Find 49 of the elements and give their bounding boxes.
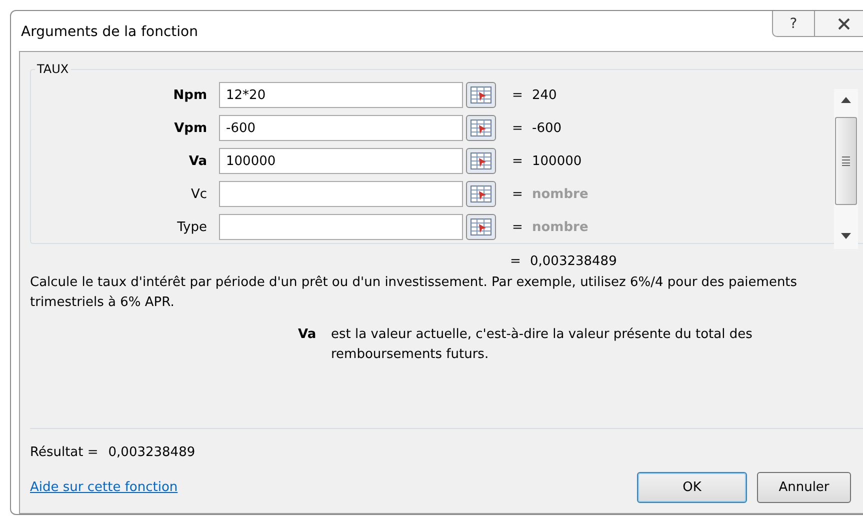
argument-label: Npm: [172, 88, 208, 102]
argument-field[interactable]: -600: [219, 115, 463, 141]
equals-sign: =: [510, 254, 522, 269]
range-select-icon: [470, 185, 492, 203]
range-select-button[interactable]: [466, 115, 496, 141]
range-select-button[interactable]: [466, 82, 496, 108]
help-button[interactable]: ?: [772, 11, 815, 37]
argument-result: 240: [532, 88, 557, 102]
argument-result: -600: [532, 120, 562, 136]
equals-sign: =: [512, 120, 524, 136]
range-select-button[interactable]: [466, 148, 496, 174]
argument-label: Vpm: [173, 120, 208, 136]
group-title: TAUX: [36, 62, 70, 76]
range-select-icon: [470, 119, 492, 137]
help-link[interactable]: Aide sur cette fonction: [30, 480, 178, 495]
equals-sign: =: [512, 186, 524, 202]
result-value: 0,003238489: [108, 445, 196, 460]
scroll-thumb[interactable]: [835, 117, 857, 205]
close-icon: [836, 18, 850, 30]
ok-button[interactable]: OK: [637, 472, 747, 503]
equals-sign: =: [512, 220, 524, 234]
argument-field[interactable]: [219, 214, 463, 240]
range-select-icon: [470, 218, 492, 236]
close-button[interactable]: [815, 11, 863, 37]
scroll-bar[interactable]: [834, 89, 858, 249]
result-label: Résultat =: [30, 445, 98, 460]
range-select-button[interactable]: [466, 181, 496, 207]
window-title: Arguments de la fonction: [21, 24, 198, 40]
equals-sign: =: [512, 154, 524, 168]
range-select-button[interactable]: [466, 214, 496, 240]
argument-label: Va: [188, 154, 208, 168]
argument-result: 100000: [532, 154, 582, 168]
down-arrow-icon[interactable]: [841, 233, 851, 239]
range-select-icon: [470, 86, 492, 104]
formula-result: 0,003238489: [530, 254, 617, 269]
argument-label: Type: [176, 220, 208, 234]
up-arrow-icon[interactable]: [841, 97, 851, 103]
argument-field[interactable]: 12*20: [219, 82, 463, 108]
function-description: Calcule le taux d'intérêt par période d'un prêt ou d'un investissement. Par exemple, utilisez 6%/4 pour des paiements trimestriels à 6% APR.: [30, 274, 798, 312]
argument-description: est la valeur actuelle, c'est-à-dire la valeur présente du total des remboursements futurs.: [331, 326, 754, 364]
range-select-icon: [470, 152, 492, 170]
cancel-button[interactable]: Annuler: [757, 472, 851, 503]
argument-name: Va: [298, 326, 318, 344]
argument-result: nombre: [532, 186, 588, 202]
argument-field[interactable]: 100000: [219, 148, 463, 174]
argument-result: nombre: [532, 220, 588, 234]
equals-sign: =: [512, 88, 524, 102]
argument-field[interactable]: [219, 181, 463, 207]
argument-label: Vc: [190, 186, 208, 202]
